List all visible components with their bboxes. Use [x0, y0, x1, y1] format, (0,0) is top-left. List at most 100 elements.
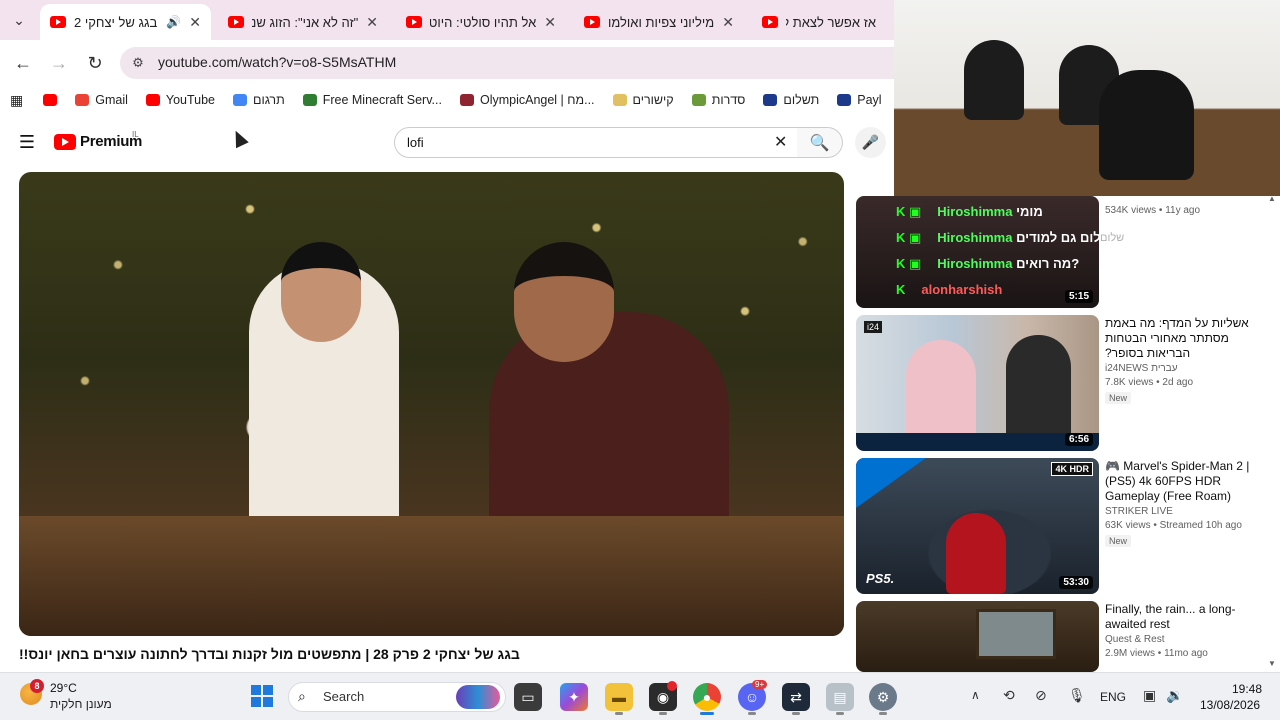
olympicangel-icon — [459, 94, 474, 106]
taskbar — [0, 672, 1280, 720]
4k-hdr-badge: 4K HDR — [1051, 462, 1093, 476]
rec-2-channel[interactable]: STRIKER LIVE — [1105, 506, 1173, 517]
new-badge: New — [1105, 392, 1132, 404]
tab-4[interactable]: מיליוני צפיות ואולמו ✕ — [574, 4, 744, 40]
video-player[interactable] — [19, 172, 844, 636]
duration-badge: 5:15 — [1064, 290, 1093, 303]
teamviewer-icon[interactable]: ⇄ — [782, 683, 810, 711]
task-view-icon[interactable]: ▭ — [514, 683, 542, 711]
bookmark-links[interactable]: קישורים — [605, 87, 682, 113]
rec-thumbnail-chat[interactable]: K ▣Hiroshimma מומי K ▣Hiroshimma שלום גם… — [856, 196, 1099, 308]
chrome-icon[interactable]: ● — [693, 683, 721, 711]
youtube-favicon-icon — [228, 16, 244, 28]
voice-search-button[interactable]: 🎤 — [855, 127, 886, 158]
file-explorer-icon[interactable]: ▬ — [605, 683, 633, 711]
search-button[interactable]: 🔍 — [797, 127, 843, 158]
tab-5[interactable]: אז אפשר לצאת לפנ — [752, 4, 894, 40]
youtube-favicon-icon — [50, 16, 66, 28]
back-button[interactable]: ← — [9, 50, 37, 76]
bookmark-minecraft[interactable]: Free Minecraft Serv... — [295, 87, 450, 113]
start-button[interactable] — [251, 685, 273, 707]
scroll-up-icon[interactable]: ▲ — [1268, 194, 1276, 203]
windows-icon — [251, 685, 261, 695]
bookmark-payment[interactable]: תשלום — [755, 87, 827, 113]
volume-icon[interactable]: 🔉 — [1166, 687, 1183, 704]
taskbar-search-label: Search — [323, 689, 365, 704]
apps-grid-icon[interactable]: ▦ — [10, 92, 23, 109]
tab-active[interactable]: בגג של יצחקי 2 🔊 ✕ — [40, 4, 211, 40]
weather-desc[interactable]: מעונן חלקית — [50, 697, 112, 711]
rec-1-meta: 7.8K views • 2d ago — [1105, 377, 1194, 388]
bookmark-youtube-icon-only[interactable] — [35, 87, 65, 113]
tab-title: אל תהיו סולטי: היוט — [430, 14, 537, 30]
settings-gear-icon[interactable]: ⚙ — [869, 683, 897, 711]
new-badge: New — [1105, 535, 1132, 547]
rec-3-title[interactable]: Finally, the rain... a long-awaited rest — [1105, 602, 1255, 632]
rec-1-channel[interactable]: i24NEWS עברית — [1105, 363, 1178, 374]
rec-thumbnail-3[interactable] — [856, 601, 1099, 672]
language-indicator[interactable]: ENG — [1100, 690, 1126, 704]
tab-3[interactable]: אל תהיו סולטי: היוט ✕ — [396, 4, 566, 40]
search-input[interactable] — [407, 135, 767, 150]
microphone-icon: 🎤 — [861, 134, 880, 150]
minecraft-icon — [302, 94, 317, 106]
youtube-logo-icon — [54, 133, 76, 150]
clear-search-icon[interactable]: ✕ — [774, 132, 787, 152]
server-app-icon[interactable]: ▤ — [826, 683, 854, 711]
tab-close-icon[interactable]: ✕ — [189, 14, 201, 31]
recording-indicator — [667, 681, 677, 691]
video-title: בגג של יצחקי 2 פרק 28 | מתפשטים מול זקנו… — [19, 646, 520, 662]
translate-icon — [233, 94, 248, 106]
sync-icon[interactable]: ⟲ — [1003, 687, 1015, 704]
bookmark-youtube[interactable]: YouTube — [138, 87, 223, 113]
search-icon: 🔍 — [809, 134, 830, 152]
duration-badge: 53:30 — [1059, 576, 1093, 589]
weather-badge: 8 — [30, 679, 44, 693]
tray-chevron-up-icon[interactable]: ∧ — [971, 688, 980, 702]
reload-button[interactable]: ↻ — [81, 50, 109, 76]
duration-badge: 6:56 — [1064, 433, 1093, 446]
bookmark-gmail[interactable]: Gmail — [67, 87, 136, 113]
tab-close-icon[interactable]: ✕ — [544, 14, 556, 31]
search-highlight-art — [456, 685, 500, 709]
copilot-icon[interactable]: ✦ — [560, 683, 588, 711]
speaker-icon[interactable]: 🔊 — [166, 15, 181, 29]
webcam-overlay — [894, 0, 1280, 196]
site-info-icon[interactable]: ⚙ — [128, 53, 148, 73]
bookmark-paypal[interactable]: Payl — [829, 87, 889, 113]
bookmarks-bar: ▦ Gmail YouTube תרגום Free Minecraft Ser… — [0, 86, 900, 114]
url-text[interactable]: youtube.com/watch?v=o8-S5MsATHM — [158, 54, 396, 70]
rec-3-channel[interactable]: Quest & Rest — [1105, 634, 1164, 645]
i24-logo: i24 — [864, 321, 883, 333]
tab-2[interactable]: "זה לא אני": הזוג שנ ✕ — [218, 4, 388, 40]
tab-close-icon[interactable]: ✕ — [722, 14, 734, 31]
microphone-icon[interactable]: 🎙 — [1068, 687, 1086, 704]
rec-0-meta: 534K views • 11y ago — [1105, 205, 1201, 216]
rec-2-title[interactable]: 🎮 Marvel's Spider-Man 2 | (PS5) 4k 60FPS… — [1105, 459, 1255, 504]
bookmark-translate[interactable]: תרגום — [225, 87, 293, 113]
bookmark-olympicangel[interactable]: OlympicAngel | מח... — [452, 87, 603, 113]
series-icon — [691, 94, 706, 106]
clock-time[interactable]: 19:48 — [1232, 682, 1262, 696]
youtube-premium-logo[interactable]: Premium — [54, 133, 142, 150]
display-icon[interactable]: ▣ — [1143, 687, 1156, 704]
paypal-icon — [837, 94, 852, 106]
hamburger-menu-icon[interactable]: ☰ — [16, 132, 38, 152]
tab-close-icon[interactable]: ✕ — [366, 14, 378, 31]
search-icon: ⌕ — [298, 688, 306, 704]
rec-1-title[interactable]: אשליות על המדף: מה באמת מסתתר מאחורי הבט… — [1105, 316, 1255, 361]
tab-title: מיליוני צפיות ואולמו — [608, 14, 715, 30]
network-off-icon[interactable]: ⊘ — [1035, 687, 1047, 704]
scroll-down-icon[interactable]: ▼ — [1268, 659, 1276, 668]
youtube-icon — [43, 94, 58, 106]
weather-temp[interactable]: 29°C — [50, 681, 77, 695]
rec-thumbnail-1[interactable]: i24 6:56 — [856, 315, 1099, 451]
youtube-icon — [145, 94, 160, 106]
clock-date[interactable]: 13/08/2026 — [1200, 698, 1260, 712]
rec-thumbnail-2[interactable]: 4K HDR PS5. 53:30 — [856, 458, 1099, 594]
tab-search-chevron-icon[interactable]: ⌄ — [6, 8, 32, 32]
tab-title: אז אפשר לצאת לפנ — [786, 14, 876, 30]
bookmark-series[interactable]: סדרות — [684, 87, 754, 113]
rec-3-meta: 2.9M views • 11mo ago — [1105, 648, 1208, 659]
forward-button[interactable]: → — [45, 50, 73, 76]
